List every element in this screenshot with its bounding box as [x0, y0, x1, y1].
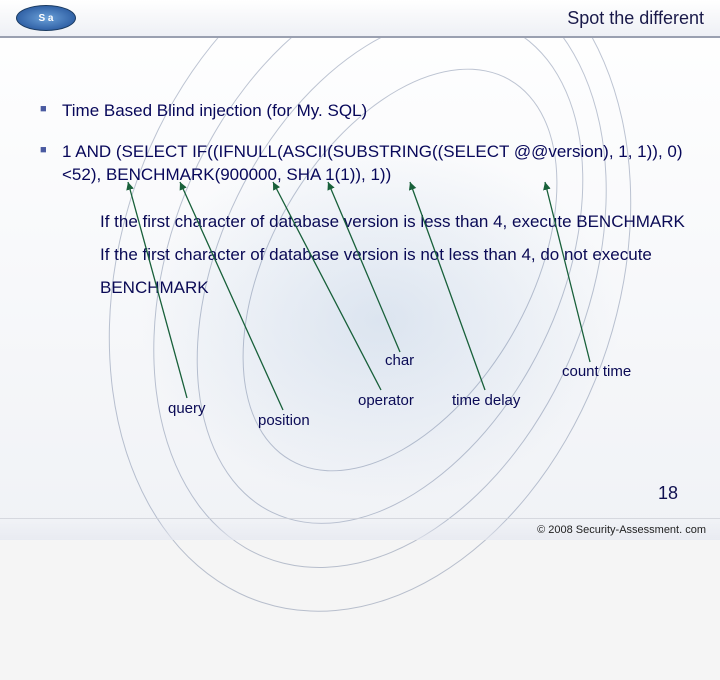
annotation-query: query — [168, 400, 206, 417]
footer-copyright: © 2008 Security-Assessment. com — [0, 518, 720, 540]
content-area: Time Based Blind injection (for My. SQL)… — [40, 100, 690, 304]
bullet-list: Time Based Blind injection (for My. SQL)… — [40, 100, 690, 187]
logo-icon: S a — [16, 5, 76, 31]
slide-number: 18 — [658, 483, 678, 504]
slide: S a Spot the different Time Based Blind … — [0, 0, 720, 540]
annotation-time-delay: time delay — [452, 392, 520, 409]
header: S a Spot the different — [0, 0, 720, 38]
annotation-operator: operator — [358, 392, 414, 409]
explanation-text: If the first character of database versi… — [100, 205, 690, 304]
bullet-item: Time Based Blind injection (for My. SQL) — [40, 100, 690, 123]
page-title: Spot the different — [567, 8, 704, 29]
bullet-item: 1 AND (SELECT IF((IFNULL(ASCII(SUBSTRING… — [40, 141, 690, 187]
annotation-char: char — [385, 352, 414, 369]
annotation-count-time: count time — [562, 363, 631, 380]
annotation-position: position — [258, 412, 310, 429]
